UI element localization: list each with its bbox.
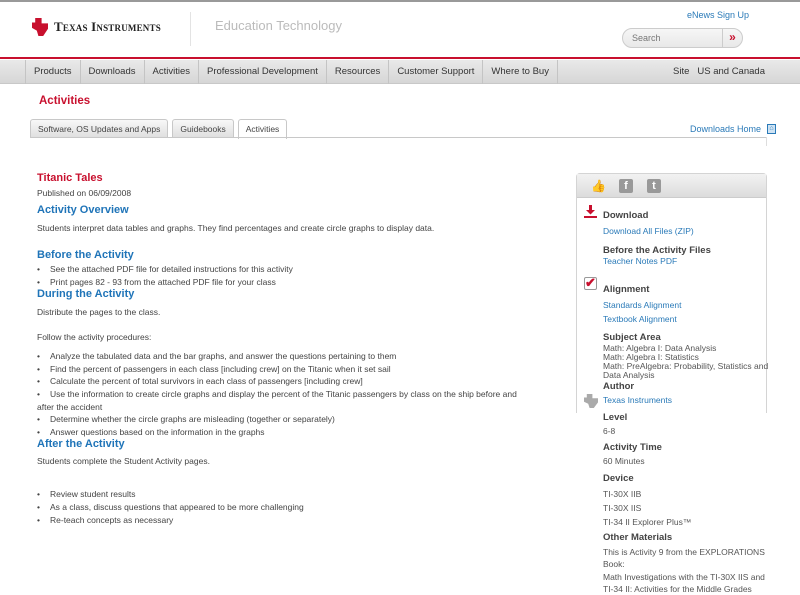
nav-products[interactable]: Products (25, 59, 80, 84)
list-item: Analyze the tabulated data and the bar g… (37, 350, 537, 363)
during-list: Analyze the tabulated data and the bar g… (37, 350, 537, 438)
before-files-heading: Before the Activity Files (603, 245, 711, 256)
tab-software[interactable]: Software, OS Updates and Apps (30, 119, 169, 138)
after-heading: After the Activity (37, 438, 125, 451)
home-icon: ⌂ (767, 124, 777, 134)
download-heading: Download (603, 210, 649, 221)
author-link[interactable]: Texas Instruments (603, 395, 672, 405)
materials-item: Math Investigations with the TI-30X IIS … (603, 572, 765, 594)
tab-activities[interactable]: Activities (237, 119, 288, 139)
download-icon (584, 205, 597, 218)
level-section: Level 6-8 (603, 412, 627, 436)
list-item: Re-teach concepts as necessary (37, 514, 537, 527)
author-section: Author Texas Instruments (603, 381, 672, 405)
textbook-alignment-link[interactable]: Textbook Alignment (603, 314, 677, 324)
subject-heading: Subject Area (603, 332, 661, 343)
published-date: Published on 06/09/2008 (37, 188, 132, 198)
search-box[interactable]: Search » (622, 28, 743, 48)
device-section: Device TI-30X IIB TI-30X IIS TI-34 II Ex… (603, 473, 691, 529)
nav-where-to-buy[interactable]: Where to Buy (482, 59, 558, 84)
enews-signup-link[interactable]: eNews Sign Up (687, 10, 749, 20)
checkmark-icon: ✔ (584, 275, 597, 290)
facebook-icon[interactable]: f (619, 178, 633, 193)
before-list: See the attached PDF file for detailed i… (37, 263, 537, 288)
list-item: Print pages 82 - 93 from the attached PD… (37, 276, 537, 289)
alignment-heading: Alignment (603, 284, 650, 295)
search-go-button[interactable]: » (722, 29, 742, 47)
subject-section: Subject Area Math: Algebra I: Data Analy… (603, 332, 773, 380)
overview-text: Students interpret data tables and graph… (37, 223, 435, 233)
activity-title: Titanic Tales (37, 172, 103, 184)
materials-item: This is Activity 9 from the EXPLORATIONS… (603, 547, 765, 569)
site-selector[interactable]: Site US and Canada (673, 66, 765, 77)
after-intro: Students complete the Student Activity p… (37, 456, 210, 467)
tab-panel-edge (766, 137, 767, 146)
before-heading: Before the Activity (37, 249, 134, 261)
site-label: Site (673, 66, 690, 77)
site-value[interactable]: US and Canada (697, 66, 765, 77)
device-item: TI-30X IIB (603, 489, 642, 499)
nav-activities[interactable]: Activities (143, 59, 198, 84)
list-item: See the attached PDF file for detailed i… (37, 263, 537, 276)
header-divider (190, 12, 191, 46)
device-heading: Device (603, 473, 634, 484)
nav-downloads[interactable]: Downloads (79, 59, 144, 84)
time-section: Activity Time 60 Minutes (603, 442, 662, 466)
during-follow: Follow the activity procedures: (37, 332, 152, 343)
downloads-home-link[interactable]: Downloads Home ⌂ (690, 124, 777, 134)
during-heading: During the Activity (37, 288, 135, 301)
list-item: Calculate the percent of total survivors… (37, 375, 537, 388)
top-border (0, 0, 800, 2)
time-value: 60 Minutes (603, 456, 645, 466)
activity-content: Titanic Tales Published on 06/09/2008 Ac… (37, 172, 537, 526)
author-heading: Author (603, 381, 635, 392)
tab-underline (30, 137, 767, 138)
ti-logo-icon (32, 18, 48, 36)
nav-resources[interactable]: Resources (325, 59, 388, 84)
list-item: Find the percent of passengers in each c… (37, 363, 537, 376)
download-all-link[interactable]: Download All Files (ZIP) (603, 226, 694, 236)
nav-professional-development[interactable]: Professional Development (197, 59, 326, 84)
list-item: Answer questions based on the informatio… (37, 426, 537, 439)
logo-text: Texas Instruments (54, 19, 161, 34)
level-value: 6-8 (603, 426, 616, 436)
page-heading: Activities (39, 95, 91, 107)
list-item: Review student results (37, 488, 537, 501)
tabs: Software, OS Updates and Apps Guidebooks… (30, 119, 288, 139)
materials-heading: Other Materials (603, 532, 673, 543)
level-heading: Level (603, 412, 628, 423)
alignment-section: Alignment Standards Alignment Textbook A… (603, 284, 681, 326)
section-title: Education Technology (215, 18, 342, 33)
during-intro: Distribute the pages to the class. (37, 307, 161, 318)
device-item: TI-30X IIS (603, 503, 642, 513)
time-heading: Activity Time (603, 442, 662, 453)
standards-alignment-link[interactable]: Standards Alignment (603, 300, 681, 310)
list-item: Determine whether the circle graphs are … (37, 413, 537, 426)
device-item: TI-34 II Explorer Plus™ (603, 517, 692, 527)
download-section: Download Download All Files (ZIP) (603, 210, 694, 238)
search-input[interactable]: Search (623, 33, 722, 43)
downloads-home-label: Downloads Home (690, 124, 762, 134)
tab-guidebooks[interactable]: Guidebooks (172, 119, 234, 138)
teacher-notes-link[interactable]: Teacher Notes PDF (603, 256, 677, 266)
like-icon[interactable]: 👍 (591, 179, 606, 193)
ti-logo[interactable]: Texas Instruments (32, 18, 161, 36)
overview-heading: Activity Overview (37, 204, 129, 216)
list-item: Use the information to create circle gra… (37, 388, 527, 413)
subject-item: Math: PreAlgebra: Probability, Statistic… (603, 361, 769, 380)
twitter-icon[interactable]: t (647, 178, 661, 193)
social-bar: 👍 f t (577, 174, 766, 198)
before-files-section: Before the Activity Files Teacher Notes … (603, 245, 711, 266)
nav-customer-support[interactable]: Customer Support (388, 59, 482, 84)
after-list: Review student results As a class, discu… (37, 488, 537, 526)
materials-section: Other Materials This is Activity 9 from … (603, 532, 773, 595)
list-item: As a class, discuss questions that appea… (37, 501, 537, 514)
